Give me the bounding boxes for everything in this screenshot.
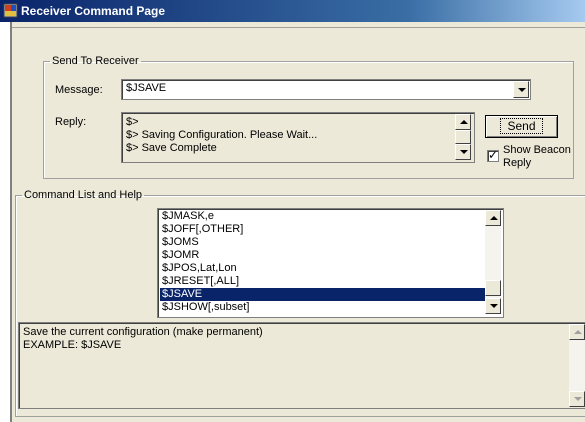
send-button[interactable]: Send (485, 115, 558, 138)
list-item[interactable]: $JOMS (160, 236, 486, 249)
reply-line: $> Save Complete (126, 142, 217, 154)
reply-scrollbar[interactable] (455, 114, 471, 160)
help-line: Save the current configuration (make per… (23, 326, 263, 338)
list-item[interactable]: $JSHOW[,subset] (160, 301, 486, 314)
window-title: Receiver Command Page (21, 4, 166, 18)
title-bar[interactable]: Receiver Command Page (0, 0, 585, 22)
command-listbox[interactable]: $JMASK,e $JOFF[,OTHER] $JOMS $JOMR $JPOS… (157, 208, 504, 318)
application-window: Receiver Command Page Send To Receiver M… (0, 0, 585, 422)
scroll-up-icon[interactable] (485, 210, 501, 226)
scroll-up-icon[interactable] (569, 324, 585, 340)
show-beacon-label-2: Reply (503, 157, 532, 169)
left-frame (0, 22, 10, 422)
message-label: Message: (55, 84, 103, 96)
help-textbox[interactable]: Save the current configuration (make per… (18, 322, 585, 409)
top-divider (12, 27, 585, 28)
show-beacon-reply-checkbox[interactable] (487, 148, 499, 162)
scroll-thumb[interactable] (455, 130, 471, 144)
list-item-selected[interactable]: $JSAVE (160, 288, 486, 301)
send-button-label: Send (500, 118, 543, 134)
command-list-scrollbar[interactable] (485, 210, 501, 314)
reply-line: $> Saving Configuration. Please Wait... (126, 129, 318, 141)
chevron-down-icon[interactable] (513, 81, 529, 98)
list-item[interactable]: $JMASK,e (160, 210, 486, 223)
list-item[interactable]: $JPOS,Lat,Lon (160, 262, 486, 275)
help-scrollbar[interactable] (569, 324, 585, 407)
left-divider (10, 22, 12, 422)
help-line: EXAMPLE: $JSAVE (23, 339, 122, 351)
send-to-receiver-legend: Send To Receiver (52, 55, 139, 67)
reply-line: $> (126, 116, 139, 128)
app-icon (3, 3, 18, 18)
message-value[interactable]: $JSAVE (126, 82, 166, 94)
scroll-down-icon[interactable] (485, 298, 501, 314)
scroll-down-icon[interactable] (569, 391, 585, 407)
scroll-down-icon[interactable] (455, 144, 471, 160)
command-list-help-legend: Command List and Help (24, 189, 143, 201)
show-beacon-label: Show Beacon (503, 144, 571, 156)
message-combobox[interactable]: $JSAVE (121, 79, 531, 100)
scroll-thumb[interactable] (485, 280, 501, 296)
list-item[interactable]: $JOMR (160, 249, 486, 262)
list-item[interactable]: $JOFF[,OTHER] (160, 223, 486, 236)
reply-label: Reply: (55, 116, 87, 128)
reply-textbox[interactable]: $> $> Saving Configuration. Please Wait.… (121, 112, 475, 163)
scroll-up-icon[interactable] (455, 114, 471, 130)
list-item[interactable]: $JRESET[,ALL] (160, 275, 486, 288)
